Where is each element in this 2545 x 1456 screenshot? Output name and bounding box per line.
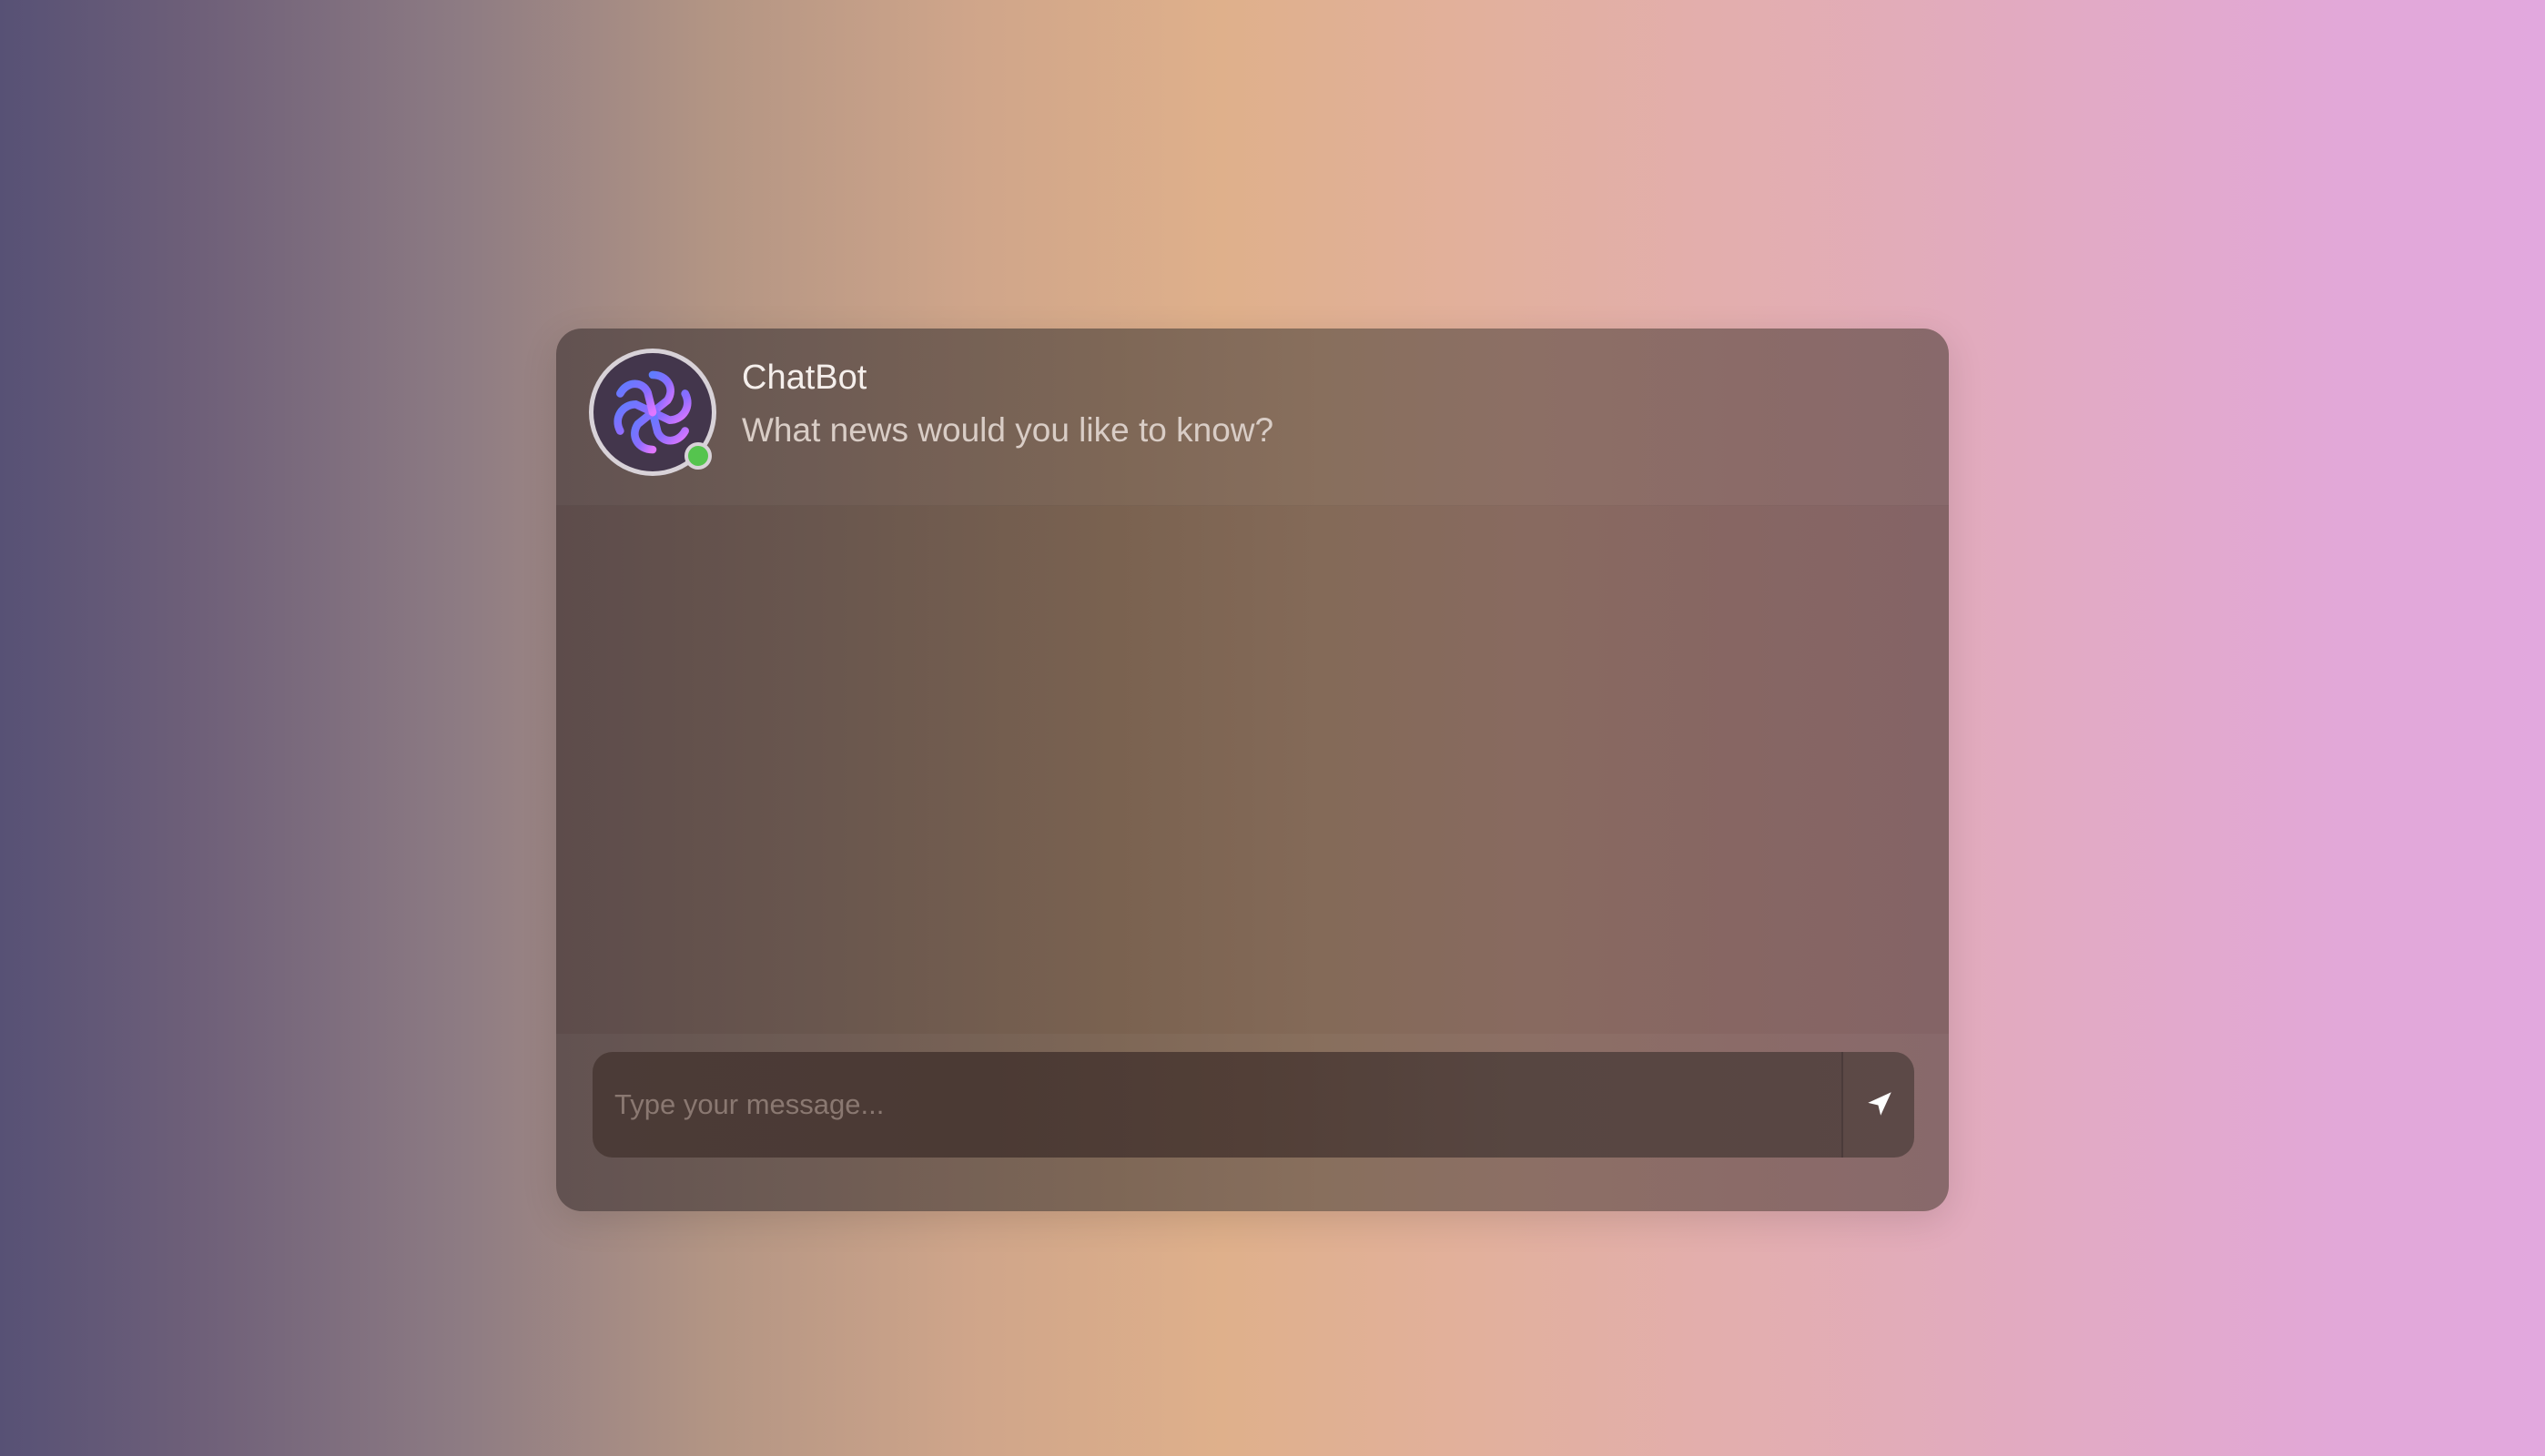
send-button[interactable] <box>1841 1052 1914 1158</box>
avatar <box>589 349 716 476</box>
chat-window: ChatBot What news would you like to know… <box>556 329 1949 1211</box>
bot-name: ChatBot <box>742 359 867 397</box>
bot-avatar <box>589 349 716 476</box>
chat-footer <box>556 1034 1949 1211</box>
message-composer <box>593 1052 1914 1158</box>
chat-header: ChatBot What news would you like to know… <box>556 329 1949 506</box>
bot-status-text: What news would you like to know? <box>742 411 1274 449</box>
message-input[interactable] <box>593 1052 1841 1158</box>
send-arrow-icon <box>1868 1092 1891 1116</box>
message-area <box>556 506 1949 1034</box>
online-status-dot <box>684 442 712 470</box>
